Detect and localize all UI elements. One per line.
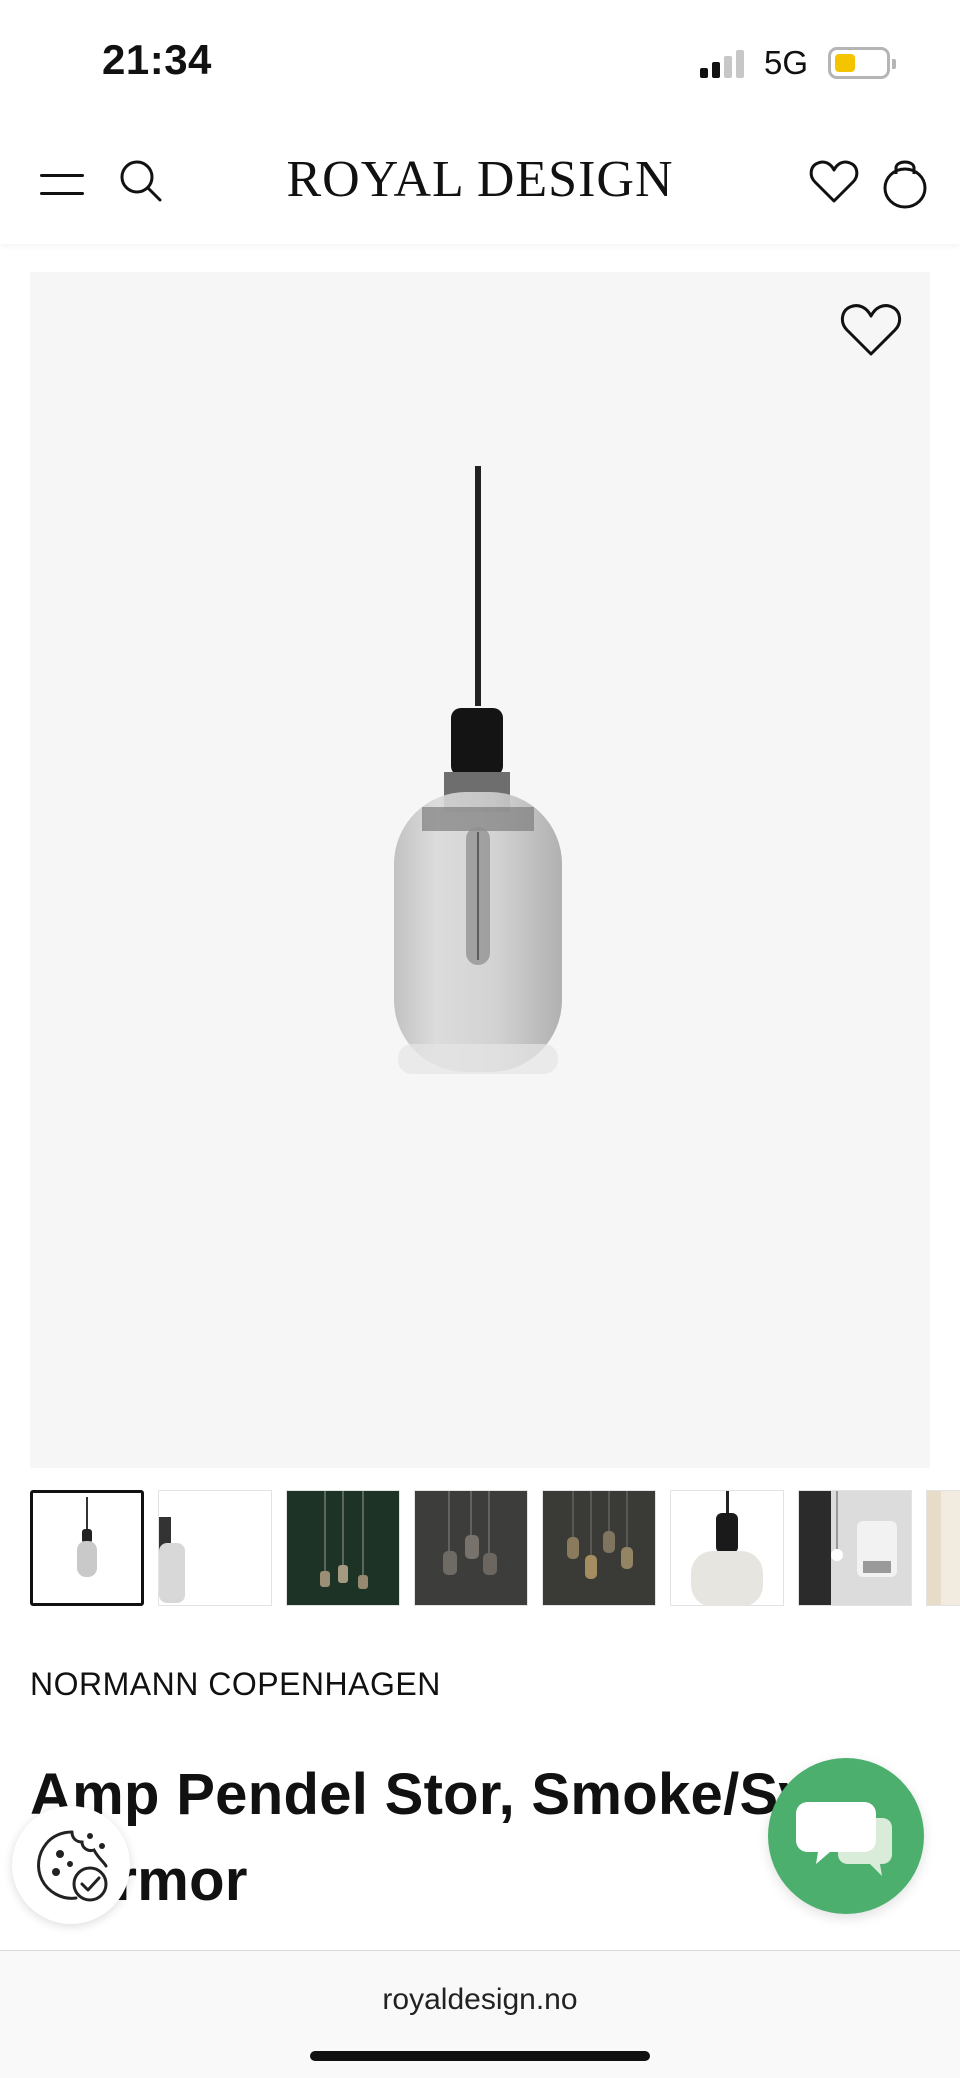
heart-icon[interactable]: [808, 156, 860, 208]
site-header: ROYAL DESIGN: [0, 120, 960, 244]
thumbnail-strip[interactable]: [30, 1488, 960, 1608]
home-indicator: [310, 2051, 650, 2061]
url-label[interactable]: royaldesign.no: [0, 1983, 960, 2017]
pendant-lamp-image: [394, 466, 562, 1074]
chat-bubbles-icon: [796, 1802, 892, 1876]
shopping-bag-icon[interactable]: [880, 154, 930, 210]
brand-name[interactable]: NORMANN COPENHAGEN: [30, 1666, 441, 1703]
product-image[interactable]: [30, 272, 930, 1468]
thumbnail-6[interactable]: [670, 1490, 784, 1606]
status-time: 21:34: [102, 36, 212, 83]
cookie-icon: [37, 1830, 108, 1902]
browser-address-bar[interactable]: royaldesign.no: [0, 1950, 960, 2078]
chat-button[interactable]: [768, 1758, 924, 1914]
thumbnail-4[interactable]: [414, 1490, 528, 1606]
thumbnail-5[interactable]: [542, 1490, 656, 1606]
network-type: 5G: [764, 44, 809, 81]
thumbnail-2[interactable]: [158, 1490, 272, 1606]
thumbnail-7[interactable]: [798, 1490, 912, 1606]
thumbnail-8[interactable]: [926, 1490, 960, 1606]
add-to-favorites-heart-icon[interactable]: [838, 300, 904, 362]
status-bar: 21:34 5G: [0, 0, 960, 120]
battery-icon: [828, 47, 896, 79]
cellular-signal-icon: [700, 48, 750, 78]
thumbnail-3[interactable]: [286, 1490, 400, 1606]
thumbnail-1[interactable]: [30, 1490, 144, 1606]
cookie-settings-button[interactable]: [12, 1806, 130, 1924]
